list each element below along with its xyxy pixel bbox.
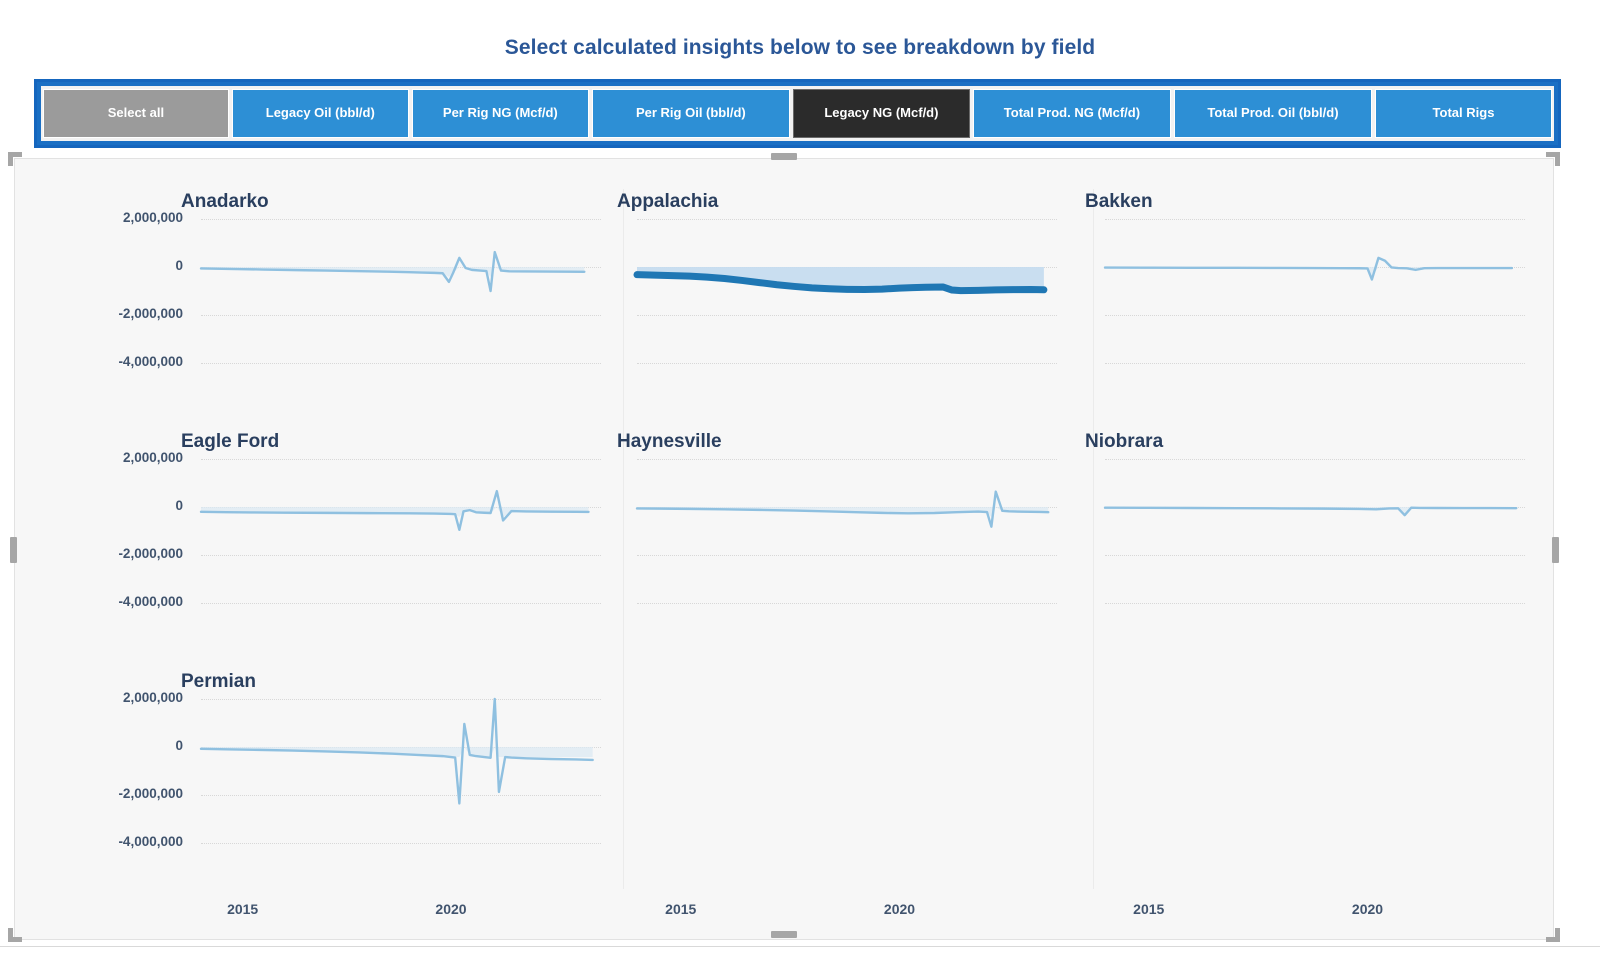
panel-plot-eagle-ford [199, 489, 590, 531]
panel-title-appalachia: Appalachia [617, 191, 719, 212]
gridline [201, 459, 601, 460]
panel-title-haynesville: Haynesville [617, 431, 722, 452]
slicer-button-legacy-ng-mcf-d[interactable]: Legacy NG (Mcf/d) [792, 89, 970, 138]
resize-handle-top-right[interactable] [1546, 152, 1560, 166]
column-separator [623, 189, 624, 889]
x-axis-tick-label: 2020 [435, 901, 467, 917]
panel-plot-haynesville [635, 490, 1050, 528]
panel-title-anadarko: Anadarko [181, 191, 269, 212]
charts-grid: 2,000,000 2,000,000 2,000,000 0 0 0 -2,000,000… [15, 159, 1553, 939]
small-multiples-visual[interactable]: 2,000,000 2,000,000 2,000,000 0 0 0 -2,000,000… [14, 158, 1554, 940]
column-separator [1093, 189, 1094, 889]
panel-title-permian: Permian [181, 671, 256, 692]
gridline [637, 219, 1057, 220]
gridline [637, 267, 1057, 268]
gridline [1105, 507, 1525, 508]
insight-slicer[interactable]: Select all Legacy Oil (bbl/d) Per Rig NG … [34, 79, 1561, 148]
x-axis-tick-label: 2020 [883, 901, 916, 917]
slicer-button-total-prod-oil-bbl-d[interactable]: Total Prod. Oil (bbl/d) [1173, 89, 1372, 138]
y-axis-tick-label: -4,000,000 [118, 594, 183, 609]
slicer-button-select-all[interactable]: Select all [43, 89, 229, 138]
x-axis-tick-label: 2015 [665, 901, 697, 917]
gridline [1105, 459, 1525, 460]
x-axis-tick-label: 2015 [1133, 901, 1165, 917]
gridline [201, 267, 601, 268]
gridline [201, 603, 601, 604]
panel-title-niobrara: Niobrara [1085, 431, 1164, 452]
panel-plot-permian [199, 697, 594, 805]
y-axis-tick-label: -2,000,000 [118, 306, 183, 321]
gridline [201, 747, 601, 748]
resize-handle-top-center[interactable] [771, 153, 797, 160]
gridline [637, 603, 1057, 604]
y-axis-tick-label: 0 [175, 738, 183, 753]
gridline [201, 315, 601, 316]
power-bi-report-page: Select calculated insights below to see … [0, 0, 1600, 966]
gridline [637, 363, 1057, 364]
y-axis-tick-label: 2,000,000 [122, 210, 183, 225]
panel-title-eagle-ford: Eagle Ford [181, 431, 280, 452]
gridline [1105, 219, 1525, 220]
slicer-button-row: Select all Legacy Oil (bbl/d) Per Rig NG … [41, 86, 1554, 141]
slicer-button-legacy-oil-bbl-d[interactable]: Legacy Oil (bbl/d) [231, 89, 409, 138]
slicer-button-per-rig-ng-mcf-d[interactable]: Per Rig NG (Mcf/d) [411, 89, 589, 138]
panel-plot-bakken [1103, 256, 1514, 281]
resize-handle-bottom-left[interactable] [8, 928, 22, 942]
gridline [1105, 315, 1525, 316]
panel-plot-appalachia [633, 267, 1048, 295]
resize-handle-bottom-center[interactable] [771, 931, 797, 938]
gridline [1105, 267, 1525, 268]
gridline [201, 507, 601, 508]
page-bottom-divider [0, 946, 1600, 947]
slicer-button-total-prod-ng-mcf-d[interactable]: Total Prod. NG (Mcf/d) [972, 89, 1171, 138]
resize-handle-middle-right[interactable] [1552, 537, 1559, 563]
resize-handle-bottom-right[interactable] [1546, 928, 1560, 942]
gridline [637, 459, 1057, 460]
panel-plot-anadarko [199, 250, 586, 293]
gridline [637, 555, 1057, 556]
y-axis-tick-label: -4,000,000 [118, 354, 183, 369]
y-axis-tick-label: -4,000,000 [118, 834, 183, 849]
gridline [637, 507, 1057, 508]
gridline [637, 315, 1057, 316]
resize-handle-top-left[interactable] [8, 152, 22, 166]
y-axis-tick-label: 2,000,000 [122, 450, 183, 465]
x-axis-tick-label: 2015 [227, 901, 259, 917]
panel-title-bakken: Bakken [1085, 191, 1153, 212]
gridline [1105, 603, 1525, 604]
y-axis-tick-label: -2,000,000 [118, 546, 183, 561]
gridline [1105, 555, 1525, 556]
x-axis-tick-label: 2020 [1351, 901, 1384, 917]
gridline [201, 795, 601, 796]
resize-handle-middle-left[interactable] [10, 537, 17, 563]
y-axis-tick-label: 0 [175, 498, 183, 513]
page-title: Select calculated insights below to see … [504, 36, 1096, 59]
gridline [201, 555, 601, 556]
panel-plot-niobrara [1103, 506, 1518, 517]
y-axis-tick-label: 2,000,000 [122, 690, 183, 705]
y-axis-tick-label: 0 [175, 258, 183, 273]
y-axis-tick-label: -2,000,000 [118, 786, 183, 801]
gridline [201, 219, 601, 220]
slicer-button-per-rig-oil-bbl-d[interactable]: Per Rig Oil (bbl/d) [591, 89, 790, 138]
gridline [201, 699, 601, 700]
gridline [201, 843, 601, 844]
gridline [1105, 363, 1525, 364]
gridline [201, 363, 601, 364]
slicer-button-total-rigs[interactable]: Total Rigs [1374, 89, 1552, 138]
